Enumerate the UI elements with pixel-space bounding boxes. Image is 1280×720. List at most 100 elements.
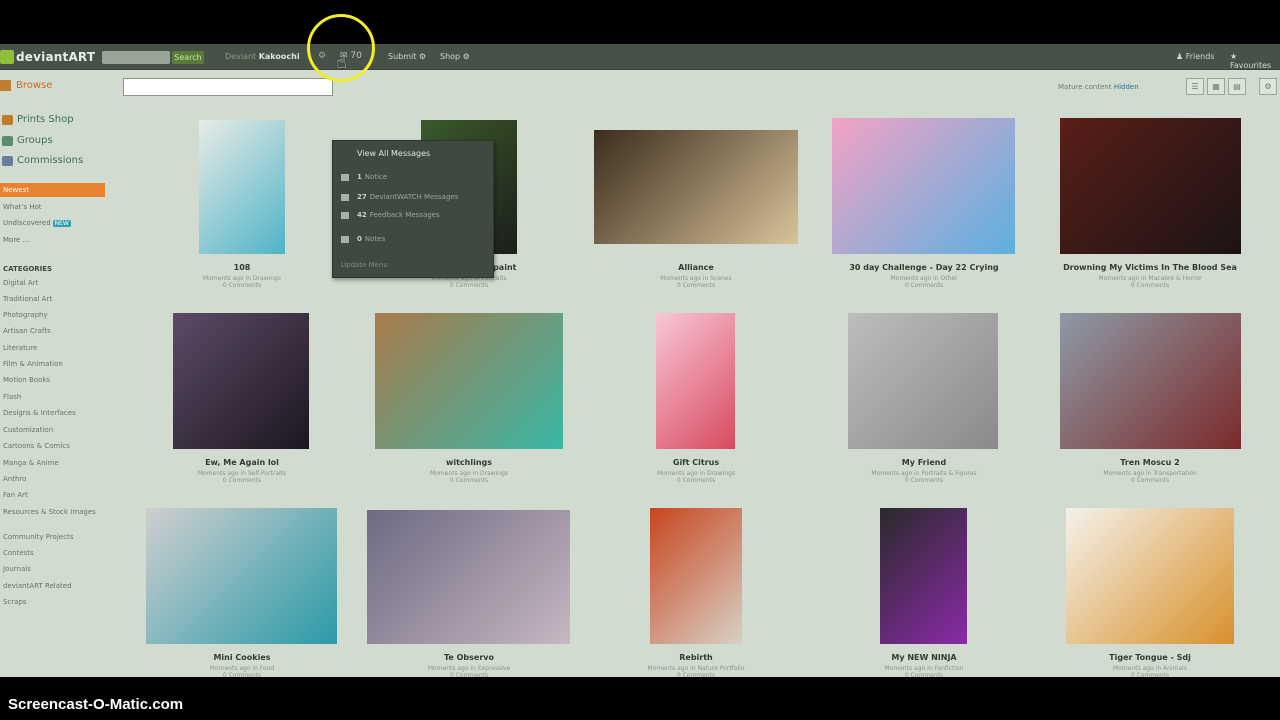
- artwork-thumbnail[interactable]: [848, 313, 998, 449]
- settings-icon[interactable]: ⚙: [1259, 78, 1277, 95]
- artwork-comments[interactable]: 0 Comments: [596, 477, 796, 484]
- category-item[interactable]: Film & Animation: [3, 360, 103, 369]
- category-item[interactable]: Journals: [3, 565, 103, 574]
- artwork-thumbnail[interactable]: [832, 118, 1015, 254]
- artwork-title[interactable]: My Friend: [824, 458, 1024, 467]
- artwork-title[interactable]: Tiger Tongue - Sdj: [1050, 653, 1250, 662]
- category-item[interactable]: Photography: [3, 311, 103, 320]
- artwork-thumbnail[interactable]: [880, 508, 967, 644]
- view-all-messages-link[interactable]: View All Messages: [357, 149, 430, 158]
- artwork-comments[interactable]: 0 Comments: [142, 282, 342, 289]
- artwork-title[interactable]: Mini Cookies: [142, 653, 342, 662]
- artwork-thumbnail[interactable]: [173, 313, 309, 449]
- sidebar-item-whats-hot[interactable]: What's Hot: [3, 203, 41, 211]
- mature-filter[interactable]: Mature content Hidden: [1058, 83, 1139, 91]
- artwork-comments[interactable]: 0 Comments: [824, 477, 1024, 484]
- artwork-title[interactable]: Ew, Me Again lol: [142, 458, 342, 467]
- deviantart-badge-icon: [0, 50, 14, 64]
- deviantart-logo[interactable]: deviantART ⚙: [0, 48, 110, 66]
- artwork-caption: My NEW NINJA Moments ago in Fanfiction 0 C…: [824, 653, 1024, 677]
- view-list-button[interactable]: ☰: [1186, 78, 1204, 95]
- category-item[interactable]: Motion Books: [3, 376, 103, 385]
- update-menu-link[interactable]: Update Menu: [341, 261, 388, 269]
- artwork-title[interactable]: 108: [142, 263, 342, 272]
- artwork-title[interactable]: Alliance: [596, 263, 796, 272]
- artwork-title[interactable]: Drowning My Victims In The Blood Sea: [1050, 263, 1250, 272]
- artwork-title[interactable]: 30 day Challenge - Day 22 Crying: [824, 263, 1024, 272]
- category-item[interactable]: Scraps: [3, 598, 103, 607]
- friends-icon: ♟: [1176, 52, 1184, 61]
- artwork-title[interactable]: My NEW NINJA: [824, 653, 1024, 662]
- artwork-thumbnail[interactable]: [656, 313, 735, 449]
- artwork-subtitle: Moments ago in Scenes: [660, 275, 732, 282]
- category-item[interactable]: Community Projects: [3, 533, 103, 542]
- category-item[interactable]: Resources & Stock Images: [3, 508, 103, 517]
- artwork-thumbnail[interactable]: [375, 313, 563, 449]
- artwork-comments[interactable]: 0 Comments: [596, 282, 796, 289]
- category-item[interactable]: Literature: [3, 344, 103, 353]
- user-gear-icon[interactable]: ⚙: [318, 51, 326, 61]
- sidebar-item-prints-shop[interactable]: Prints Shop: [2, 114, 74, 125]
- friends-link[interactable]: ♟ Friends: [1176, 52, 1215, 61]
- artwork-comments[interactable]: 0 Comments: [142, 477, 342, 484]
- category-item[interactable]: Cartoons & Comics: [3, 442, 103, 451]
- artwork-thumbnail[interactable]: [367, 510, 570, 644]
- category-item[interactable]: Fan Art: [3, 491, 103, 500]
- artwork-comments[interactable]: 0 Comments: [824, 282, 1024, 289]
- category-item[interactable]: Customization: [3, 426, 103, 435]
- artwork-comments[interactable]: 0 Comments: [369, 282, 569, 289]
- item-count: 1: [357, 173, 362, 181]
- notice-icon: [341, 173, 349, 181]
- artwork-title[interactable]: witchlings: [369, 458, 569, 467]
- category-item[interactable]: deviantART Related: [3, 582, 103, 591]
- sidebar-item-groups[interactable]: Groups: [2, 135, 53, 146]
- sidebar-item-commissions[interactable]: Commissions: [2, 155, 83, 166]
- artwork-title[interactable]: Gift Citrus: [596, 458, 796, 467]
- username[interactable]: Kakoochi: [259, 52, 300, 61]
- category-item[interactable]: Artisan Crafts: [3, 327, 103, 336]
- notes-icon: [341, 235, 349, 243]
- artwork-thumbnail[interactable]: [1060, 118, 1241, 254]
- sidebar-item-more[interactable]: More ...: [3, 236, 29, 244]
- sidebar-item-newest[interactable]: Newest: [0, 183, 105, 197]
- browse-search-input[interactable]: [123, 78, 333, 96]
- artwork-caption: Mini Cookies Moments ago in Food 0 Comment…: [142, 653, 342, 677]
- search-input[interactable]: [102, 51, 170, 64]
- sidebar-item-undiscovered[interactable]: Undiscovered NEW: [3, 219, 71, 227]
- artwork-thumbnail[interactable]: [146, 508, 337, 644]
- artwork-thumbnail[interactable]: [594, 130, 798, 244]
- submit-button[interactable]: Submit ⚙: [388, 52, 426, 61]
- dropdown-item-notes[interactable]: 0 Notes: [341, 235, 385, 243]
- dropdown-item-deviantwatch[interactable]: 27 DeviantWATCH Messages: [341, 193, 458, 201]
- category-item[interactable]: Digital Art: [3, 279, 103, 288]
- category-item[interactable]: Designs & Interfaces: [3, 409, 103, 418]
- artwork-comments[interactable]: 0 Comments: [1050, 477, 1250, 484]
- artwork-title[interactable]: Te Observo: [369, 653, 569, 662]
- favourites-link[interactable]: ★ Favourites: [1230, 52, 1280, 70]
- dropdown-item-notices[interactable]: 1 Notice: [341, 173, 387, 181]
- artwork-caption: My Friend Moments ago in Portraits & Figu…: [824, 458, 1024, 484]
- category-item[interactable]: Contests: [3, 549, 103, 558]
- sidebar: Browse Prints Shop Groups Commissions Ne…: [0, 70, 110, 677]
- artwork-title[interactable]: Rebirth: [596, 653, 796, 662]
- dropdown-item-feedback[interactable]: 42 Feedback Messages: [341, 211, 440, 219]
- artwork-thumbnail[interactable]: [199, 120, 285, 254]
- artwork-title[interactable]: Tren Moscu 2: [1050, 458, 1250, 467]
- sidebar-browse[interactable]: Browse: [0, 80, 52, 91]
- artwork-comments[interactable]: 0 Comments: [1050, 282, 1250, 289]
- artwork-thumbnail[interactable]: [1060, 313, 1241, 449]
- shop-button[interactable]: Shop ⚙: [440, 52, 470, 61]
- category-item[interactable]: Traditional Art: [3, 295, 103, 304]
- category-item[interactable]: Flash: [3, 393, 103, 402]
- mature-state[interactable]: Hidden: [1114, 83, 1139, 91]
- artwork-comments[interactable]: 0 Comments: [369, 477, 569, 484]
- search-button[interactable]: Search: [172, 51, 204, 64]
- view-large-button[interactable]: ▤: [1228, 78, 1246, 95]
- category-item[interactable]: Anthro: [3, 475, 103, 484]
- view-grid-button[interactable]: ▦: [1207, 78, 1225, 95]
- artwork-image: [1066, 508, 1234, 644]
- user-menu[interactable]: Deviant Kakoochi: [225, 52, 300, 61]
- artwork-thumbnail[interactable]: [1066, 508, 1234, 644]
- category-item[interactable]: Manga & Anime: [3, 459, 103, 468]
- artwork-thumbnail[interactable]: [650, 508, 742, 644]
